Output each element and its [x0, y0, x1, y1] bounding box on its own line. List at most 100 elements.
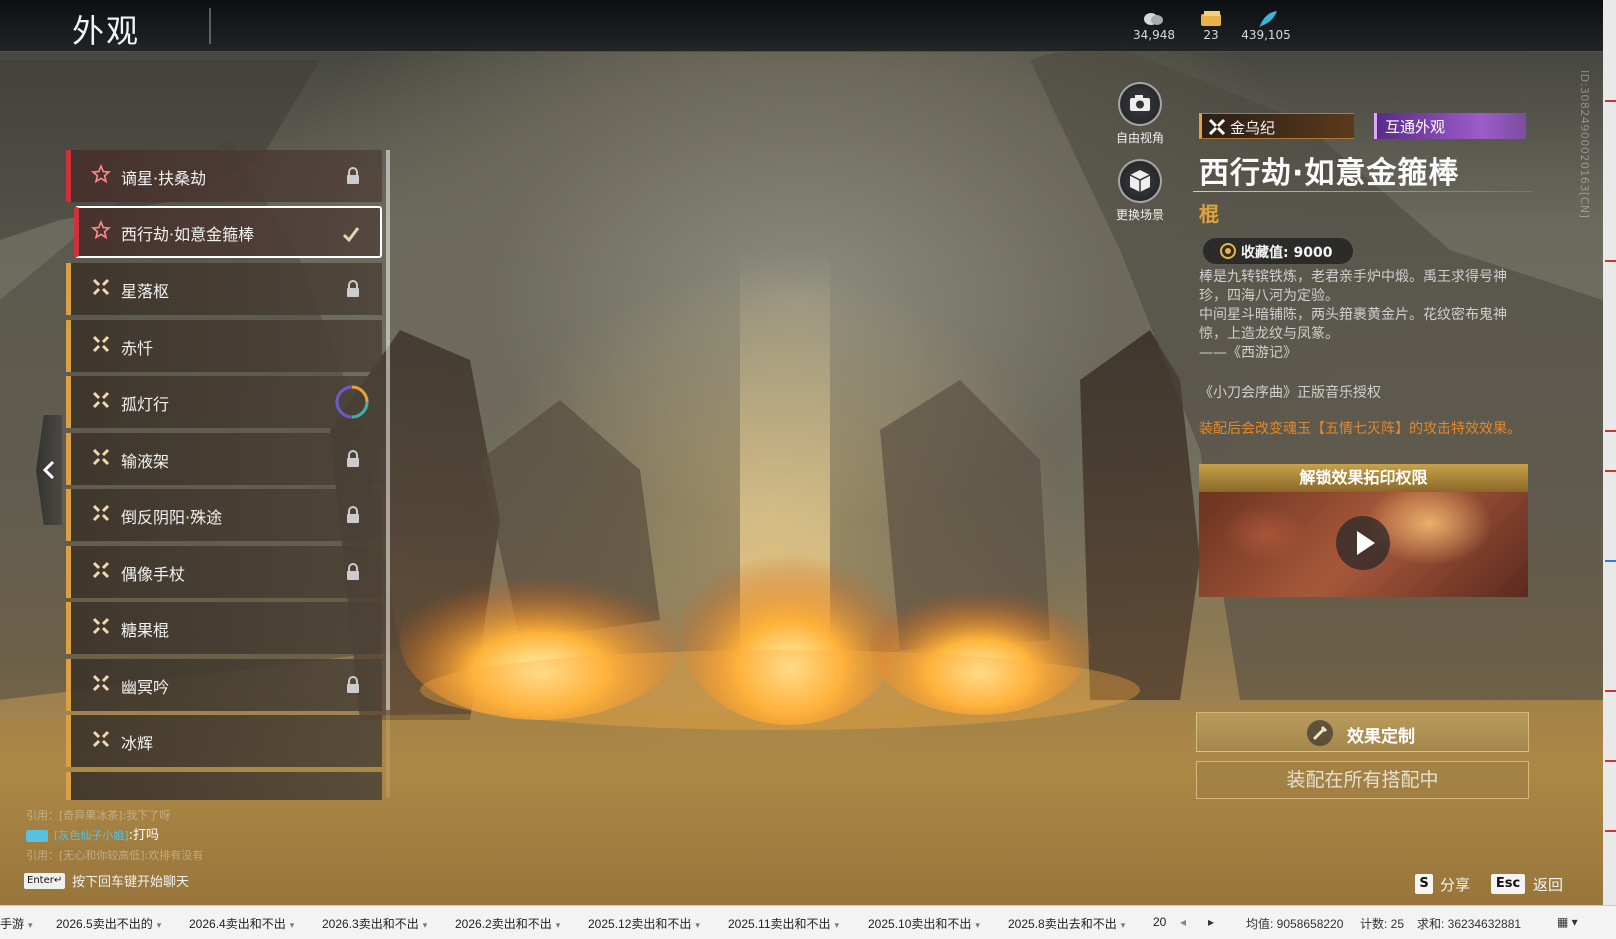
description-line: 中间星斗暗铺陈，两头箝裹黄金片。花纹密布鬼神惊，上造龙纹与凤篆。 — [1199, 307, 1507, 342]
scroll-right-icon[interactable]: ▸ — [1208, 915, 1214, 929]
chevron-down-icon: ▾ — [1120, 920, 1126, 930]
chevron-down-icon: ▾ — [28, 920, 33, 930]
chevron-down-icon: ▾ — [834, 920, 840, 930]
change-scene-circle — [1118, 159, 1162, 203]
play-icon[interactable] — [1336, 516, 1390, 570]
chat-box: 引用：[奇异果冰茶]:我下了呀 [灰色仙子小姐]:打吗 引用：[无心和你较高低]… — [26, 806, 203, 866]
skin-label: 星落枢 — [121, 282, 170, 301]
background-window-marks — [1605, 100, 1616, 832]
sheet-tab[interactable]: 2025.12卖出和不出 ▾ — [588, 915, 700, 932]
page-title: 外观 — [72, 12, 141, 50]
star-rarity-icon — [91, 164, 111, 184]
title-divider-line — [1193, 191, 1533, 192]
list-item[interactable]: 星落枢 — [66, 263, 382, 315]
skin-label: 赤忏 — [121, 339, 154, 358]
list-item[interactable]: 赤忏 — [66, 320, 382, 372]
sheet-tab[interactable]: 2025.8卖出去和不出 ▾ — [1008, 915, 1125, 932]
lock-icon — [347, 450, 359, 467]
crossed-blades-icon — [92, 561, 110, 579]
lock-icon — [347, 280, 359, 297]
list-item[interactable]: 谪星·扶桑劫 — [66, 150, 382, 202]
game-viewport: 外观 34,948 23 439,105 谪星·扶桑劫 西行劫·如意金箍棒 星落… — [0, 0, 1603, 905]
lock-icon — [347, 167, 359, 184]
collection-value-badge: 收藏值: 9000 — [1203, 238, 1353, 264]
checkmark-icon — [342, 227, 360, 243]
skin-list: 谪星·扶桑劫 西行劫·如意金箍棒 星落枢 赤忏 孤灯行 输液架 倒反阴阳·殊途 … — [66, 150, 386, 800]
crossed-blades-icon — [92, 674, 110, 692]
chat-quote: 引用：[无心和你较高低]:欢排有没有 — [26, 849, 204, 862]
view-mode-icon[interactable]: ▦ ▾ — [1557, 915, 1578, 929]
sheet-tab[interactable]: 2026.2卖出和不出 ▾ — [455, 915, 560, 932]
chevron-down-icon: ▾ — [975, 920, 980, 930]
skin-label: 幽冥吟 — [121, 678, 170, 697]
chevron-down-icon: ▾ — [422, 920, 428, 930]
chat-hint[interactable]: 按下回车键开始聊天 — [72, 871, 189, 890]
free-view-circle — [1118, 82, 1162, 126]
skin-label: 孤灯行 — [121, 395, 170, 414]
lock-icon — [347, 676, 359, 693]
skin-label: 谪星·扶桑劫 — [121, 169, 207, 188]
crossed-blades-icon — [92, 278, 110, 296]
sheet-tab[interactable]: 2026.5卖出不出的 ▾ — [56, 915, 161, 932]
crossed-blades-icon — [92, 617, 110, 635]
sheet-tab[interactable]: 2026.4卖出和不出 ▾ — [189, 915, 294, 932]
effect-preview-video[interactable] — [1199, 492, 1528, 597]
crossed-blades-icon — [92, 391, 110, 409]
stat-count: 计数: 25 — [1360, 917, 1405, 931]
scroll-left-icon[interactable]: ◂ — [1180, 915, 1186, 929]
free-view-button[interactable]: 自由视角 — [1100, 82, 1180, 146]
sheet-tab[interactable]: 20 — [1153, 915, 1166, 929]
effect-note: 装配后会改变魂玉【五情七灭阵】的攻击特效效果。 — [1199, 421, 1521, 437]
list-item[interactable]: 输液架 — [66, 433, 382, 485]
list-item[interactable]: 糖果棍 — [66, 602, 382, 654]
lock-icon — [347, 563, 359, 580]
unlock-effect-panel[interactable]: 解锁效果拓印权限 — [1199, 464, 1528, 597]
spreadsheet-sheet-bar: 手游 ▾ 2026.5卖出不出的 ▾ 2026.4卖出和不出 ▾ 2026.3卖出和不… — [0, 905, 1616, 939]
skin-label: 偶像手杖 — [121, 565, 186, 584]
music-license-text: 《小刀会序曲》正版音乐授权 — [1199, 385, 1381, 401]
item-title: 西行劫·如意金箍棒 — [1199, 156, 1460, 191]
player-id-watermark: ID:3082490002016​3[CN] — [1578, 70, 1591, 219]
chat-message-line: [灰色仙子小姐]:打吗 — [26, 826, 203, 846]
list-item[interactable]: 倒反阴阳·殊途 — [66, 489, 382, 541]
list-item[interactable]: 幽冥吟 — [66, 659, 382, 711]
chat-quote: 引用：[奇异果冰茶]:我下了呀 — [26, 809, 171, 822]
list-item-selected[interactable]: 西行劫·如意金箍棒 — [74, 206, 382, 258]
set-tag[interactable]: 金乌纪 — [1199, 113, 1354, 139]
currency-feathers[interactable]: 439,105 — [1231, 8, 1301, 42]
chevron-down-icon: ▾ — [156, 920, 162, 930]
shared-appearance-label: 互通外观 — [1385, 118, 1446, 136]
camera-icon — [1130, 95, 1150, 111]
back-key[interactable]: Esc — [1491, 874, 1525, 894]
list-item[interactable]: 冰辉 — [66, 715, 382, 767]
list-item-partial[interactable] — [66, 772, 382, 800]
title-divider — [209, 8, 211, 44]
skin-label: 糖果棍 — [121, 621, 170, 640]
sheet-tab[interactable]: 手游 ▾ — [0, 915, 33, 932]
chevron-down-icon: ▾ — [289, 920, 295, 930]
stat-average: 均值: 9058658220 — [1246, 917, 1344, 931]
list-scrollbar-thumb[interactable] — [386, 150, 390, 710]
effect-customize-button[interactable]: 效果定制 — [1196, 712, 1529, 752]
share-label[interactable]: 分享 — [1440, 874, 1470, 895]
weapon-type: 棍 — [1199, 202, 1219, 226]
crossed-blades-icon — [92, 335, 110, 353]
change-scene-button[interactable]: 更换场景 — [1100, 159, 1180, 223]
back-label[interactable]: 返回 — [1533, 874, 1563, 895]
sheet-tab[interactable]: 2025.11卖出和不出 ▾ — [728, 915, 839, 932]
skin-label: 西行劫·如意金箍棒 — [121, 225, 255, 244]
currency-feathers-value: 439,105 — [1241, 28, 1291, 42]
share-key[interactable]: S — [1415, 874, 1433, 894]
sheet-tab[interactable]: 2026.3卖出和不出 ▾ — [322, 915, 427, 932]
feather-icon — [1259, 11, 1277, 28]
shared-appearance-tag[interactable]: 互通外观 — [1374, 113, 1526, 139]
equip-all-button[interactable]: 装配在所有搭配中 — [1196, 761, 1529, 799]
chat-channel-badge — [26, 830, 48, 842]
fire-glow — [420, 650, 1140, 730]
set-tag-label: 金乌纪 — [1230, 119, 1276, 137]
sheet-tab[interactable]: 2025.10卖出和不出 ▾ — [868, 915, 980, 932]
enter-key-hint: Enter↵ — [24, 873, 66, 889]
list-item[interactable]: 偶像手杖 — [66, 546, 382, 598]
list-item[interactable]: 孤灯行 — [66, 376, 382, 428]
chat-sender[interactable]: [灰色仙子小姐] — [54, 829, 129, 842]
